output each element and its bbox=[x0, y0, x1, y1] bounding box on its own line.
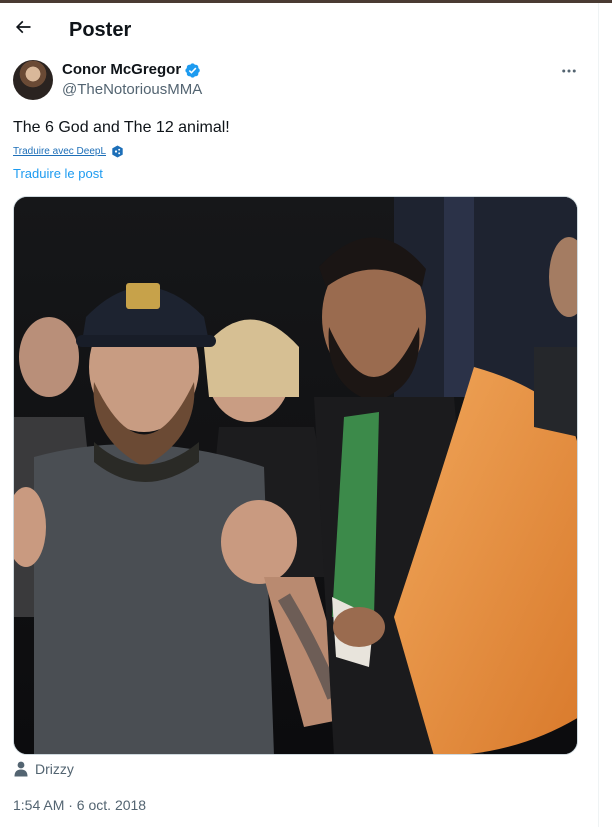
more-dots-icon bbox=[562, 69, 576, 73]
translate-deepl-link[interactable]: Traduire avec DeepL bbox=[13, 145, 124, 158]
page-title: Poster bbox=[69, 19, 132, 41]
translate-post-link[interactable]: Traduire le post bbox=[13, 166, 103, 181]
tagged-user-link[interactable]: Drizzy bbox=[14, 761, 74, 777]
author-name: Conor McGregor bbox=[62, 61, 182, 78]
translate-deepl-label: Traduire avec DeepL bbox=[13, 146, 107, 157]
person-icon bbox=[14, 761, 28, 777]
post-timestamp[interactable]: 1:54 AM · 6 oct. 2018 bbox=[13, 797, 146, 813]
avatar[interactable] bbox=[13, 60, 53, 100]
more-options-button[interactable] bbox=[558, 60, 580, 82]
column-divider bbox=[598, 3, 599, 827]
deepl-icon bbox=[112, 145, 123, 158]
post-photo[interactable] bbox=[13, 196, 578, 755]
photo-illustration bbox=[14, 197, 577, 754]
arrow-left-icon bbox=[15, 20, 31, 34]
verified-badge-icon bbox=[185, 62, 200, 78]
author-name-link[interactable]: Conor McGregor bbox=[62, 61, 201, 79]
tagged-user-name: Drizzy bbox=[35, 761, 74, 777]
post-text: The 6 God and The 12 animal! bbox=[13, 119, 230, 136]
author-handle[interactable]: @TheNotoriousMMA bbox=[62, 81, 202, 99]
back-button[interactable] bbox=[8, 12, 38, 42]
page-header: Poster bbox=[0, 3, 598, 56]
